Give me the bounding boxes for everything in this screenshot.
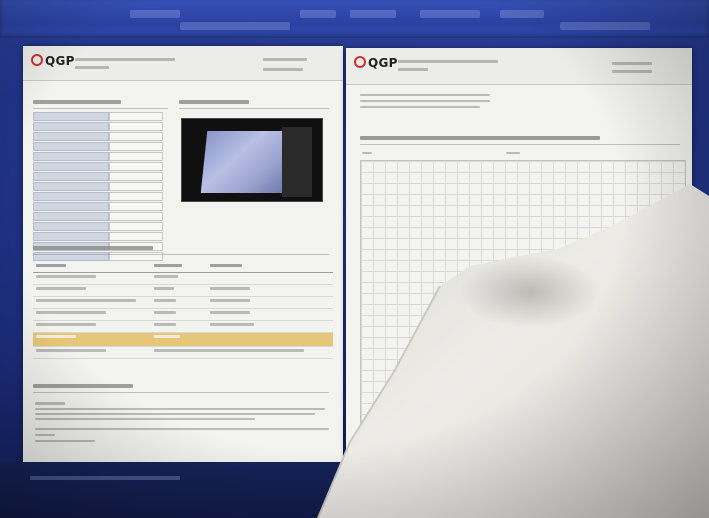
photo-scene: QGP QGP [0,0,709,518]
foreground-paper [317,184,709,518]
paper-sheet [318,184,709,518]
paper-smudge [460,256,600,328]
